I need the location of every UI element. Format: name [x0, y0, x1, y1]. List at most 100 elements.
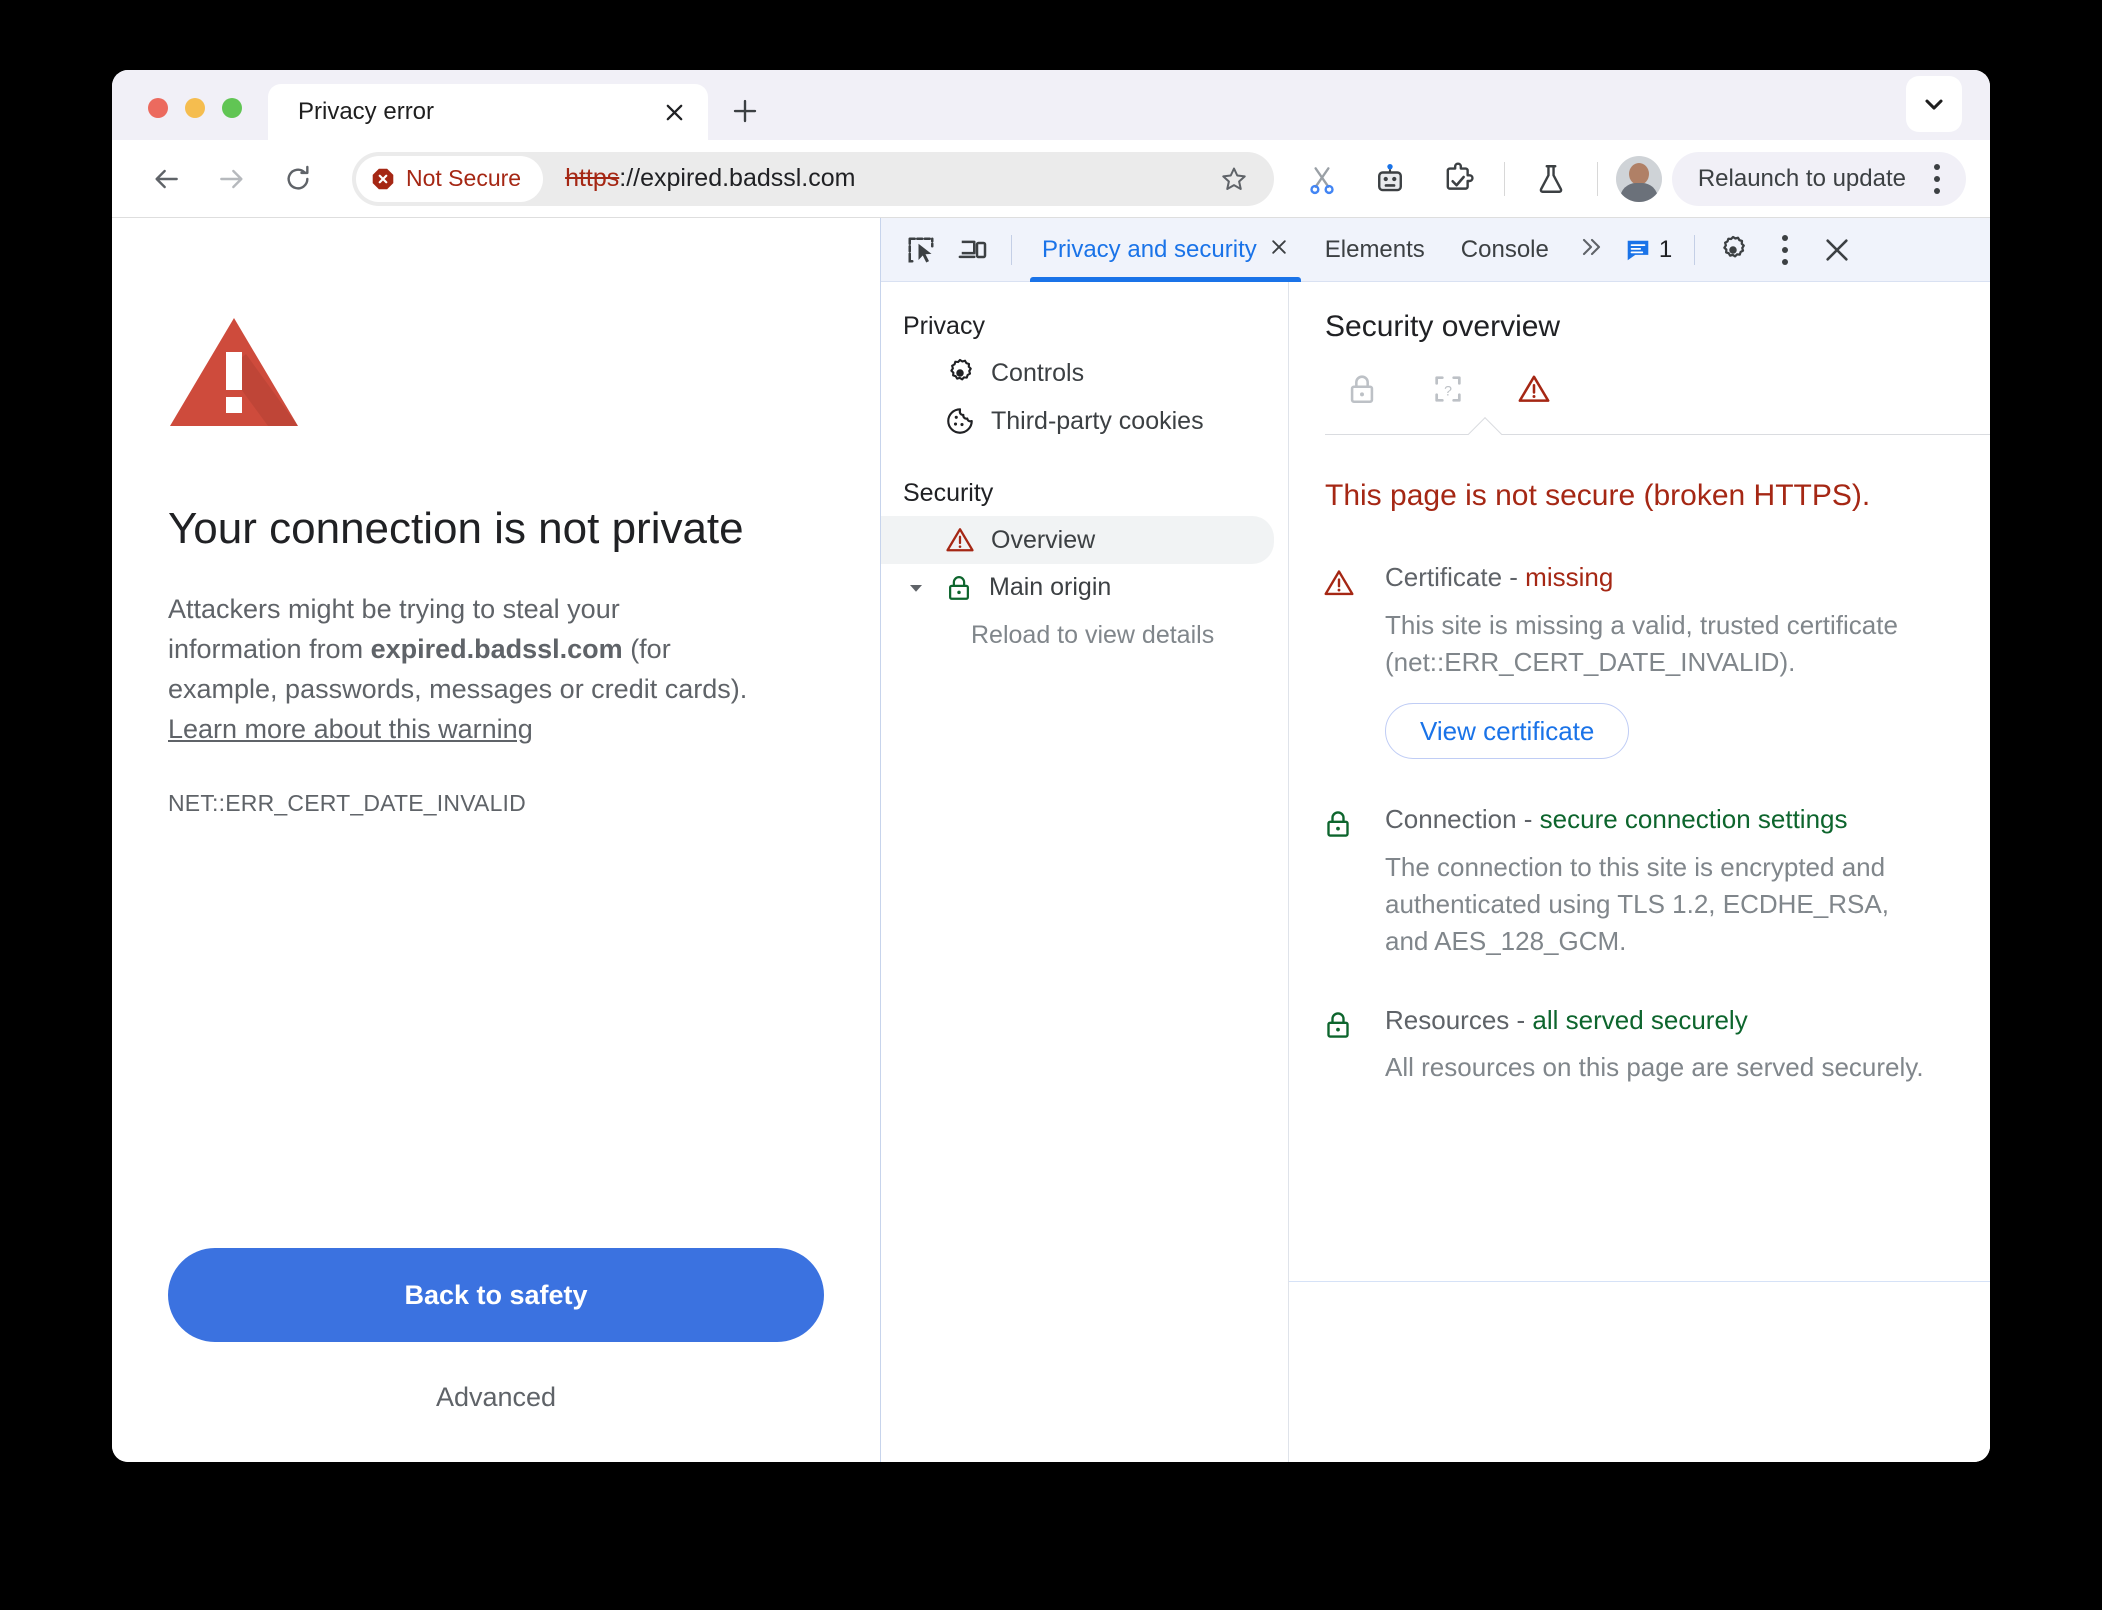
svg-text:?: ?	[1444, 383, 1452, 399]
sidebar-item-controls[interactable]: Controls	[881, 349, 1274, 397]
row-label: Certificate -	[1385, 562, 1526, 593]
mixed-content-icon[interactable]: ?	[1425, 366, 1471, 412]
url-rest: ://expired.badssl.com	[619, 164, 856, 192]
window-content: Your connection is not private Attackers…	[112, 218, 1990, 1462]
tab-privacy-and-security[interactable]: Privacy and security	[1024, 218, 1307, 282]
lock-grey-icon[interactable]	[1339, 366, 1385, 412]
sidebar-header-security: Security	[903, 479, 994, 507]
url-text[interactable]: https://expired.badssl.com	[565, 164, 1210, 193]
view-certificate-button[interactable]: View certificate	[1385, 703, 1630, 759]
tab-strip: Privacy error	[112, 70, 1990, 140]
browser-toolbar: Not Secure https://expired.badssl.com Re…	[112, 140, 1990, 218]
security-state-divider	[1325, 417, 1990, 451]
scissors-icon[interactable]	[1296, 153, 1348, 205]
issues-count: 1	[1658, 235, 1673, 263]
security-overview-title: Security overview	[1325, 310, 1561, 343]
sidebar-item-label: Third-party cookies	[991, 406, 1204, 435]
browser-tab[interactable]: Privacy error	[268, 84, 708, 140]
security-row-title: Resources - all served securely	[1385, 1004, 1930, 1038]
forward-arrow-icon[interactable]	[204, 151, 260, 207]
warning-triangle-red-icon[interactable]	[1511, 366, 1557, 412]
sidebar-item-main-origin[interactable]: Main origin	[881, 564, 1274, 611]
devtools-body: Privacy Controls Third-party cookies Sec…	[881, 282, 1990, 1462]
robot-icon[interactable]	[1364, 153, 1416, 205]
triangle-down-icon[interactable]	[903, 579, 929, 597]
puzzle-extension-icon[interactable]	[1432, 153, 1484, 205]
gear-icon[interactable]	[1707, 224, 1759, 276]
tab-label: Console	[1460, 235, 1549, 263]
sidebar-group-security: Security Overview Main origin Reload to …	[881, 471, 1288, 650]
lock-green-icon	[1323, 803, 1385, 960]
security-row-description: All resources on this page are served se…	[1385, 1052, 1924, 1083]
warning-triangle-icon	[168, 314, 756, 435]
inspect-element-icon[interactable]	[895, 224, 947, 276]
security-state-icons: ?	[1325, 344, 1990, 412]
chevron-down-icon[interactable]	[1906, 76, 1962, 132]
not-secure-label: Not Secure	[406, 165, 522, 191]
security-row-connection: Connection - secure connection settings …	[1289, 803, 1990, 1004]
toolbar-divider	[1503, 161, 1505, 196]
maximize-window-button[interactable]	[222, 98, 242, 118]
kebab-menu-icon[interactable]	[1759, 224, 1811, 276]
not-secure-octagon-icon	[372, 168, 394, 189]
tab-label: Elements	[1324, 235, 1425, 263]
security-row-description: This site is missing a valid, trusted ce…	[1385, 610, 1898, 678]
tab-elements[interactable]: Elements	[1307, 218, 1443, 282]
back-to-safety-button[interactable]: Back to safety	[168, 1248, 824, 1342]
devtools-bottom-pane	[1289, 1282, 1990, 1462]
sidebar-group-privacy: Privacy Controls Third-party cookies	[881, 304, 1288, 445]
new-tab-icon[interactable]	[722, 88, 768, 134]
close-icon[interactable]	[1269, 237, 1289, 263]
kebab-menu-icon[interactable]	[1920, 160, 1954, 198]
lock-green-icon	[945, 574, 973, 602]
row-value: missing	[1525, 562, 1614, 593]
sidebar-reload-hint: Reload to view details	[971, 621, 1215, 649]
interstitial-page: Your connection is not private Attackers…	[112, 218, 880, 1462]
devtools-tab-bar: Privacy and security Elements Console 1	[881, 218, 1990, 282]
url-scheme: https	[565, 164, 620, 192]
close-tab-icon[interactable]	[652, 90, 696, 134]
cookie-icon	[945, 406, 975, 436]
desc-hostname: expired.badssl.com	[370, 633, 623, 664]
flask-experiments-icon[interactable]	[1525, 153, 1577, 205]
sidebar-item-third-party-cookies[interactable]: Third-party cookies	[881, 397, 1274, 445]
close-devtools-icon[interactable]	[1811, 224, 1863, 276]
advanced-button[interactable]: Advanced	[436, 1382, 556, 1413]
security-overview-header: Security overview ?	[1289, 282, 1990, 451]
learn-more-link[interactable]: Learn more about this warning	[168, 714, 533, 744]
relaunch-to-update-button[interactable]: Relaunch to update	[1671, 151, 1966, 206]
issues-badge[interactable]: 1	[1615, 236, 1682, 264]
warning-triangle-icon	[945, 525, 975, 555]
page-description: Attackers might be trying to steal your …	[168, 590, 756, 750]
page-title: Your connection is not private	[168, 504, 744, 553]
chevrons-right-icon[interactable]	[1567, 234, 1615, 266]
tab-console[interactable]: Console	[1443, 218, 1567, 282]
security-row-description: The connection to this site is encrypted…	[1385, 851, 1889, 956]
issues-message-icon	[1627, 240, 1649, 260]
row-value[interactable]: secure connection settings	[1540, 804, 1848, 834]
security-details-list: Certificate - missing This site is missi…	[1289, 515, 1990, 1130]
bookmark-star-icon[interactable]	[1210, 155, 1258, 203]
window-traffic-lights	[112, 98, 242, 140]
devtools-divider	[1694, 234, 1696, 265]
tab-label: Privacy and security	[1042, 235, 1257, 263]
back-arrow-icon[interactable]	[138, 151, 194, 207]
reload-icon[interactable]	[270, 151, 326, 207]
row-value[interactable]: all served securely	[1532, 1005, 1747, 1035]
security-summary-text: This page is not secure (broken HTTPS).	[1325, 479, 1871, 512]
sidebar-item-label: Overview	[991, 525, 1096, 554]
minimize-window-button[interactable]	[185, 98, 205, 118]
sidebar-item-label: Main origin	[989, 573, 1112, 601]
device-toolbar-icon[interactable]	[947, 224, 999, 276]
security-row-resources: Resources - all served securely All reso…	[1289, 1004, 1990, 1131]
not-secure-chip[interactable]: Not Secure	[356, 155, 544, 202]
avatar[interactable]	[1615, 155, 1662, 202]
sidebar-header-privacy: Privacy	[903, 312, 985, 340]
security-row-title: Certificate - missing	[1385, 561, 1930, 595]
relaunch-label: Relaunch to update	[1697, 164, 1906, 192]
page-actions: Back to safety Advanced	[168, 1248, 824, 1413]
address-bar[interactable]: Not Secure https://expired.badssl.com	[352, 151, 1274, 206]
error-code: NET::ERR_CERT_DATE_INVALID	[168, 789, 526, 816]
close-window-button[interactable]	[148, 98, 168, 118]
sidebar-item-overview[interactable]: Overview	[881, 516, 1274, 564]
